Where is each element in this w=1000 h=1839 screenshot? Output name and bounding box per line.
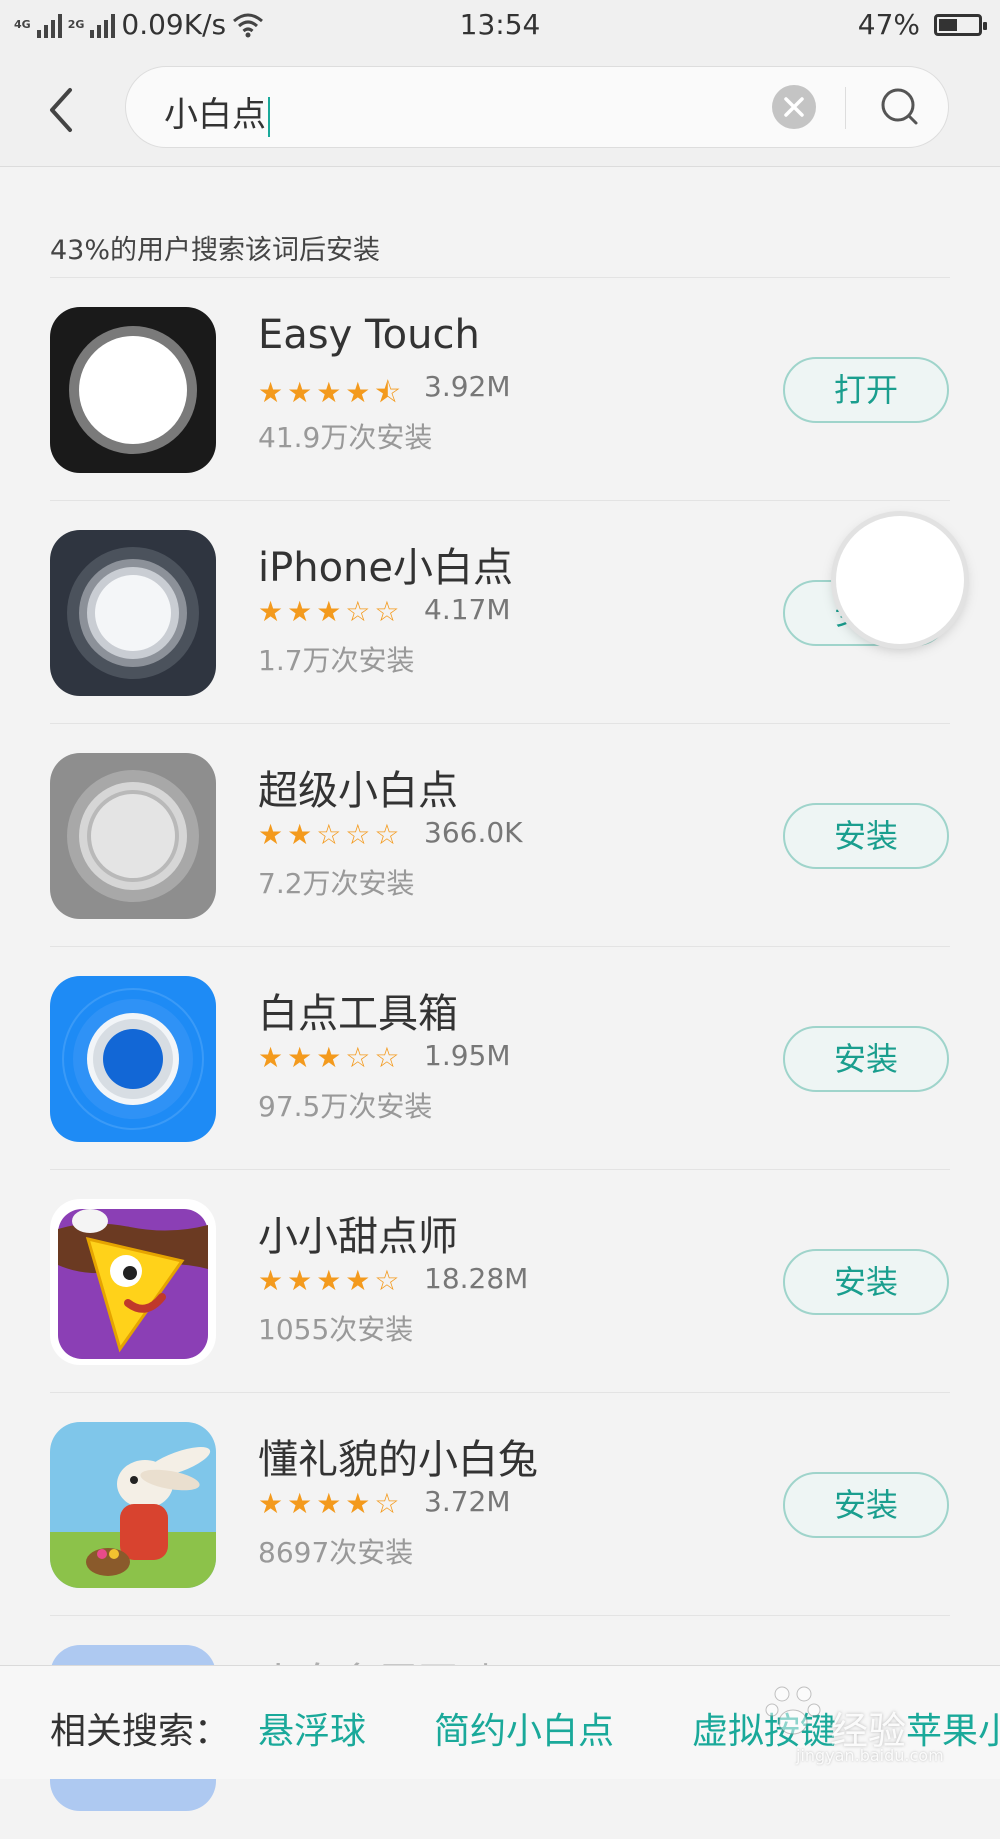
rating-stars: ★★★★☆: [258, 1264, 404, 1297]
rating-stars: ★★★☆☆: [258, 1041, 404, 1074]
floating-touch-ball[interactable]: [836, 516, 964, 644]
rating-stars: ★★★★⯪: [258, 376, 405, 409]
battery-icon: [934, 13, 987, 36]
paw-logo-icon: [765, 1686, 821, 1735]
status-bar: 4G 2G 0.09K/s 13:54 47%: [0, 0, 1000, 52]
app-row-baidian-toolbox[interactable]: 白点工具箱 ★★★☆☆ 1.95M 97.5万次安装 安装: [0, 947, 1000, 1170]
install-count: 41.9万次安装: [258, 421, 433, 454]
search-query-text[interactable]: 小白点: [164, 87, 270, 137]
install-count: 1055次安装: [258, 1313, 414, 1346]
search-input[interactable]: 小白点: [125, 66, 949, 148]
app-row-chaoji-xiaobaidian[interactable]: 超级小白点 ★★☆☆☆ 366.0K 7.2万次安装 安装: [0, 724, 1000, 947]
app-row-easy-touch[interactable]: Easy Touch ★★★★⯪ 3.92M 41.9万次安装 打开: [0, 278, 1000, 501]
app-size: 18.28M: [424, 1262, 529, 1295]
app-icon-iphone-xiaobaidian[interactable]: [50, 530, 216, 696]
battery-percent: 47%: [857, 8, 920, 41]
app-row-dongli-xiaobaitu[interactable]: 懂礼貌的小白兔 ★★★★☆ 3.72M 8697次安装 安装: [0, 1393, 1000, 1616]
status-right: 47%: [857, 8, 987, 41]
app-icon-chaoji-xiaobaidian[interactable]: [50, 753, 216, 919]
app-size: 1.95M: [424, 1039, 511, 1072]
app-size: 3.72M: [424, 1485, 511, 1518]
related-keyword[interactable]: 悬浮球: [258, 1702, 366, 1754]
clear-icon[interactable]: [772, 85, 816, 129]
install-button[interactable]: 安装: [783, 1026, 949, 1092]
watermark-url: jingyan.baidu.com: [796, 1746, 944, 1765]
search-icon[interactable]: [876, 83, 926, 133]
install-count: 97.5万次安装: [258, 1090, 433, 1123]
install-count: 7.2万次安装: [258, 867, 415, 900]
baidu-jingyan-watermark: 经验 jingyan.baidu.com: [760, 1670, 990, 1770]
app-icon-easy-touch[interactable]: [50, 307, 216, 473]
rating-stars: ★★★★☆: [258, 1487, 404, 1520]
install-button[interactable]: 安装: [783, 1472, 949, 1538]
related-label: 相关搜索：: [50, 1711, 231, 1752]
app-size: 4.17M: [424, 593, 511, 626]
app-size: 366.0K: [424, 816, 523, 849]
text-cursor: [268, 96, 270, 137]
search-divider: [845, 87, 846, 129]
search-hint: 43%的用户搜索该词后安装: [50, 235, 381, 266]
search-query-value: 小白点: [164, 95, 266, 135]
app-icon-dongli-xiaobaitu[interactable]: [50, 1422, 216, 1588]
clock: 13:54: [459, 8, 541, 41]
app-icon-xiaoxiao-tiandianshi[interactable]: [50, 1199, 216, 1365]
related-keyword[interactable]: 简约小白点: [434, 1702, 614, 1754]
app-size: 3.92M: [424, 370, 511, 403]
rating-stars: ★★★☆☆: [258, 595, 404, 628]
app-name[interactable]: 小小甜点师: [258, 1204, 458, 1262]
app-row-xiaoxiao-tiandianshi[interactable]: 小小甜点师 ★★★★☆ 18.28M 1055次安装 安装: [0, 1170, 1000, 1393]
install-button[interactable]: 安装: [783, 1249, 949, 1315]
open-button[interactable]: 打开: [783, 357, 949, 423]
rating-stars: ★★☆☆☆: [258, 818, 404, 851]
app-name[interactable]: 超级小白点: [258, 758, 458, 816]
install-count: 1.7万次安装: [258, 644, 415, 677]
app-name[interactable]: 白点工具箱: [258, 981, 458, 1039]
search-header: 小白点: [0, 52, 1000, 167]
install-count: 8697次安装: [258, 1536, 414, 1569]
back-arrow-icon[interactable]: [38, 80, 88, 140]
app-name[interactable]: Easy Touch: [258, 312, 480, 358]
app-name[interactable]: iPhone小白点: [258, 535, 513, 593]
app-name[interactable]: 懂礼貌的小白兔: [258, 1427, 538, 1485]
app-icon-baidian-toolbox[interactable]: [50, 976, 216, 1142]
install-button[interactable]: 安装: [783, 803, 949, 869]
